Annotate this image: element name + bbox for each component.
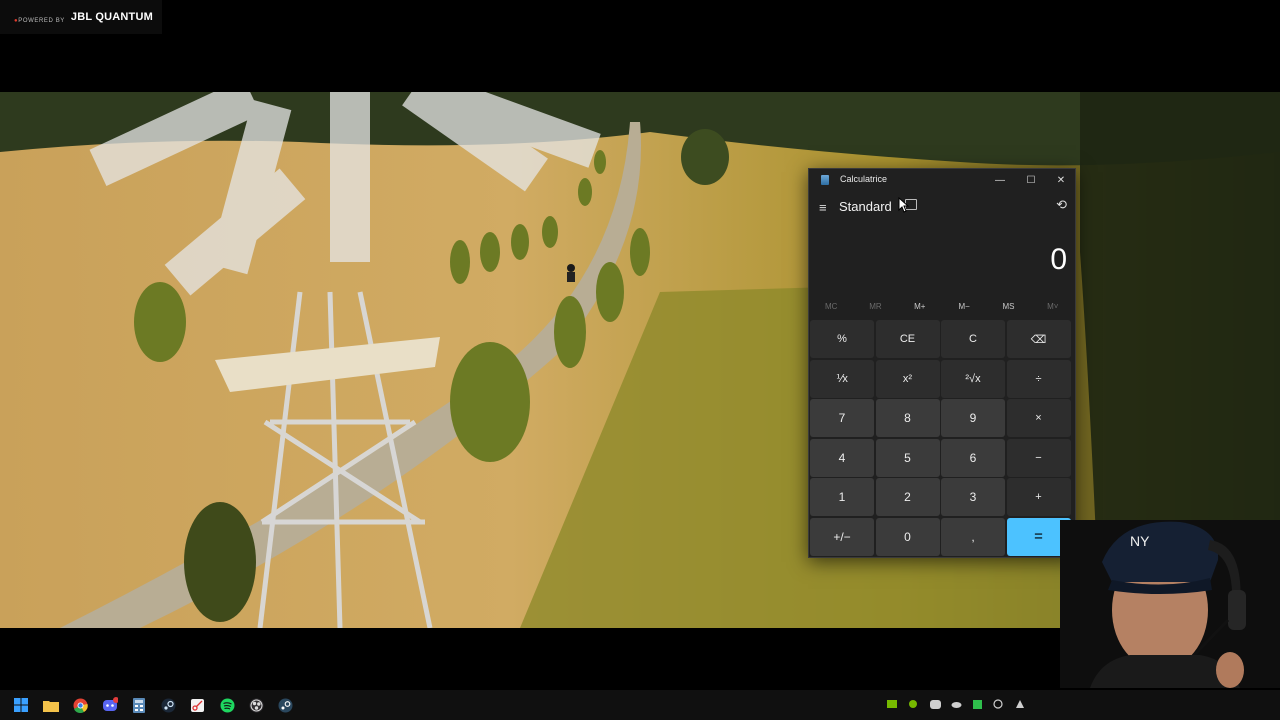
jbl-branding-overlay: ●POWERED BY JBL QUANTUM [0, 0, 162, 34]
file-explorer-icon[interactable] [43, 697, 59, 713]
powered-by-label: ●POWERED BY [14, 18, 65, 24]
percent-button[interactable]: % [810, 320, 874, 358]
webcam-overlay: NY [1060, 520, 1280, 688]
obs-icon[interactable] [248, 697, 264, 713]
mouse-cursor-icon [898, 197, 910, 213]
mode-title: Standard [839, 199, 892, 214]
green-app-tray-icon[interactable] [971, 698, 983, 710]
headset-tray-icon[interactable] [992, 698, 1004, 710]
nvidia-tray-icon[interactable] [886, 698, 898, 710]
digit-0-button[interactable]: 0 [875, 517, 940, 556]
keypad: % CE C ⌫ ⅟x x² ²√x ÷ 7 8 9 × 4 5 6 − 1 2… [810, 320, 1074, 556]
reciprocal-button[interactable]: ⅟x [810, 359, 874, 398]
digit-6-button[interactable]: 6 [941, 438, 1005, 477]
chrome-icon[interactable] [72, 697, 88, 713]
discord-tray-icon[interactable] [929, 698, 941, 710]
add-button[interactable]: + [1006, 478, 1071, 516]
geforce-tray-icon[interactable] [907, 698, 919, 710]
digit-1-button[interactable]: 1 [810, 478, 874, 516]
digit-9-button[interactable]: 9 [941, 399, 1005, 437]
memory-list-button[interactable]: M˅ [1031, 297, 1075, 317]
maximize-button[interactable]: ☐ [1020, 172, 1042, 188]
memory-subtract-button[interactable]: M− [942, 297, 986, 317]
memory-add-button[interactable]: M+ [898, 297, 942, 317]
jbl-quantum-logo: JBL QUANTUM [70, 11, 153, 23]
digit-2-button[interactable]: 2 [875, 478, 940, 516]
clear-button[interactable]: C [941, 320, 1005, 358]
digit-4-button[interactable]: 4 [810, 438, 874, 477]
steam-alt-icon[interactable] [277, 697, 293, 713]
calculator-taskbar-icon[interactable] [131, 697, 147, 713]
spotify-icon[interactable] [219, 697, 235, 713]
digit-7-button[interactable]: 7 [810, 399, 874, 437]
memory-clear-button[interactable]: MC [809, 297, 853, 317]
discord-icon[interactable] [102, 697, 118, 713]
streamer-webcam-image: NY [1060, 520, 1280, 688]
result-display: 0 [1050, 243, 1067, 276]
memory-recall-button[interactable]: MR [853, 297, 897, 317]
digit-5-button[interactable]: 5 [875, 438, 940, 477]
snipping-tool-icon[interactable] [189, 697, 205, 713]
divide-button[interactable]: ÷ [1006, 359, 1071, 398]
history-icon[interactable]: ⟲ [1056, 197, 1067, 213]
square-root-button[interactable]: ²√x [941, 359, 1005, 398]
calculator-app-icon [821, 175, 829, 185]
backspace-button[interactable]: ⌫ [1006, 320, 1071, 358]
decimal-separator-button[interactable]: , [941, 517, 1005, 556]
calculator-titlebar[interactable]: Calculatrice — ☐ ✕ [809, 169, 1075, 191]
clear-entry-button[interactable]: CE [875, 320, 940, 358]
memory-store-button[interactable]: MS [986, 297, 1030, 317]
calculator-header: ≡ Standard ⟲ [809, 195, 1075, 219]
cloud-tray-icon[interactable] [950, 698, 962, 710]
square-button[interactable]: x² [875, 359, 940, 398]
windows-taskbar [0, 690, 1280, 720]
hamburger-menu-icon[interactable]: ≡ [819, 200, 827, 215]
digit-3-button[interactable]: 3 [941, 478, 1005, 516]
window-title: Calculatrice [840, 174, 888, 184]
steam-icon[interactable] [160, 697, 176, 713]
network-tray-icon[interactable] [1014, 698, 1026, 710]
calculator-window[interactable]: Calculatrice — ☐ ✕ ≡ Standard ⟲ 0 MC MR … [808, 168, 1076, 558]
memory-row: MC MR M+ M− MS M˅ [809, 297, 1075, 317]
multiply-button[interactable]: × [1006, 399, 1071, 437]
negate-button[interactable]: +/− [810, 517, 874, 556]
svg-text:NY: NY [1130, 533, 1150, 549]
subtract-button[interactable]: − [1006, 438, 1071, 477]
start-icon[interactable] [13, 697, 29, 713]
close-button[interactable]: ✕ [1050, 172, 1072, 188]
digit-8-button[interactable]: 8 [875, 399, 940, 437]
minimize-button[interactable]: — [989, 172, 1011, 188]
